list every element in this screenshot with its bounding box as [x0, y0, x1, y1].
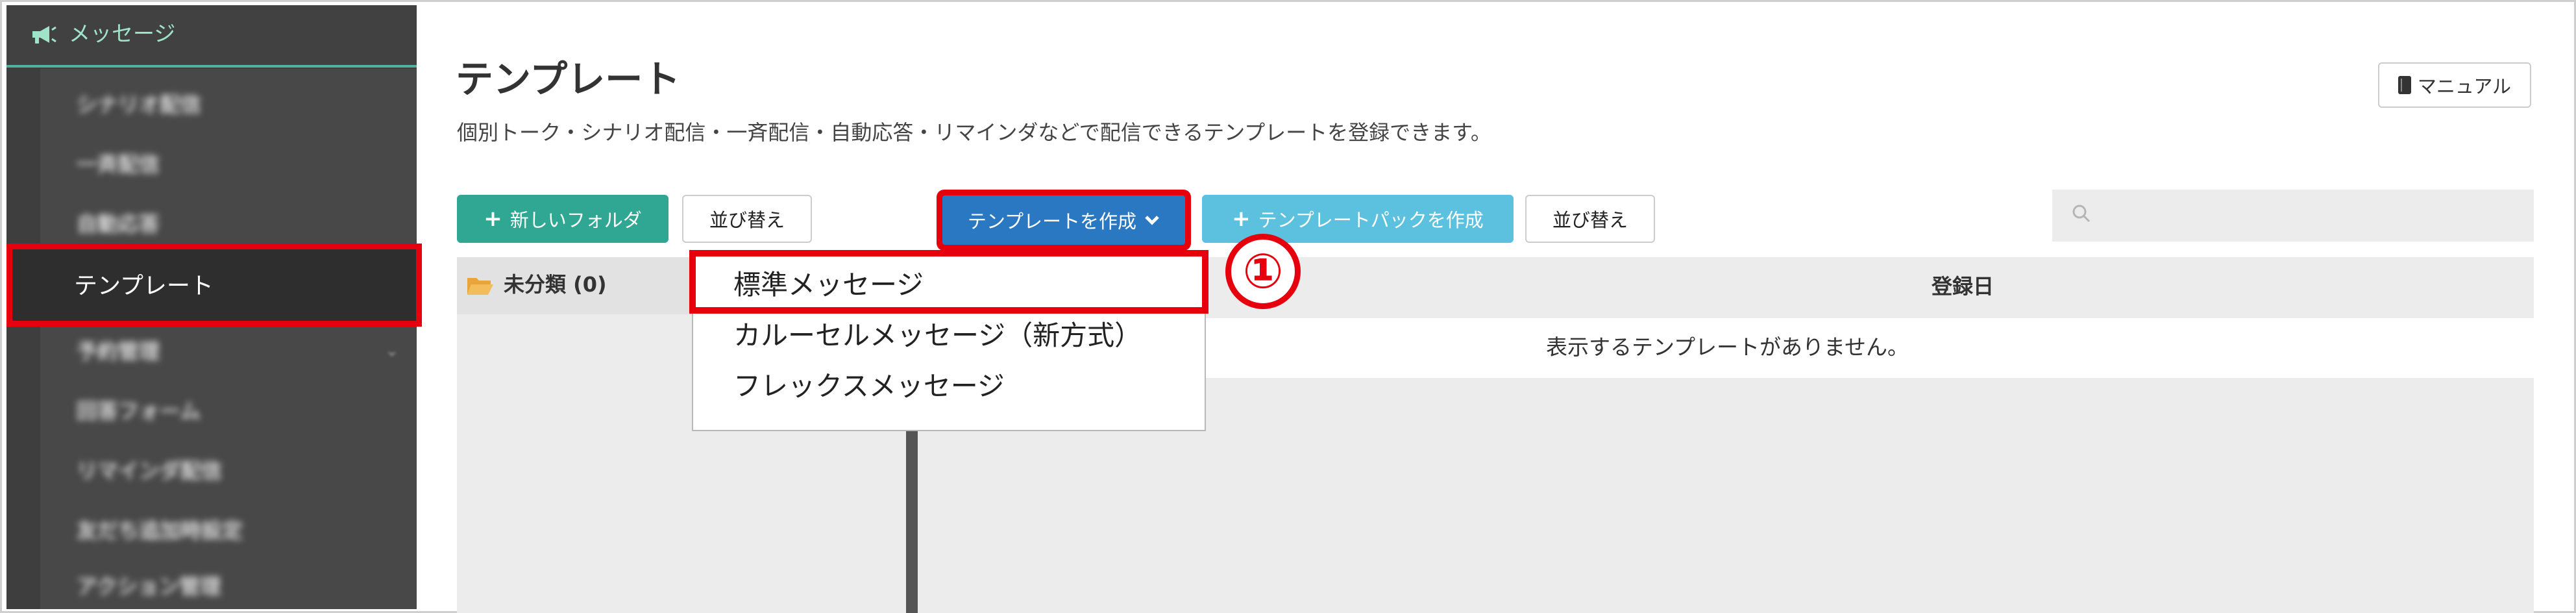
sidebar-header-messages[interactable]: メッセージ [6, 5, 417, 68]
create-template-label: テンプレートを作成 [967, 210, 1137, 232]
sidebar-header-label: メッセージ [69, 21, 176, 46]
search-input[interactable] [2052, 190, 2534, 242]
create-template-pack-button[interactable]: + テンプレートパックを作成 [1202, 195, 1514, 243]
folder-open-icon [467, 278, 493, 295]
sidebar: メッセージ シナリオ配信 一斉配信 自動応答 テンプレート 予約管理 ⌄ 回答フ… [6, 5, 422, 609]
sidebar-item-broadcast[interactable]: 一斉配信 [77, 148, 160, 178]
empty-message: 表示するテンプレートがありません。 [1546, 334, 1909, 360]
sidebar-item-answer-form[interactable]: 回答フォーム [77, 395, 201, 425]
chevron-down-icon: ⌄ [385, 341, 399, 360]
create-template-button[interactable]: テンプレートを作成 [942, 195, 1185, 245]
sidebar-item-template-label: テンプレート [74, 273, 214, 299]
sidebar-item-action[interactable]: アクション管理 [77, 570, 221, 600]
sidebar-item-reservation[interactable]: 予約管理 [77, 335, 160, 365]
sidebar-item-friend-add[interactable]: 友だち追加時設定 [77, 514, 243, 544]
menu-item-carousel-message[interactable]: カルーセルメッセージ（新方式） [733, 318, 1142, 353]
sidebar-item-template[interactable]: テンプレート [6, 244, 422, 327]
sidebar-item-scenario[interactable]: シナリオ配信 [77, 88, 201, 118]
plus-icon: + [484, 206, 502, 232]
template-sort-button[interactable]: 並び替え [1525, 195, 1655, 243]
sidebar-item-reminder[interactable]: リマインダ配信 [77, 455, 222, 484]
sidebar-item-auto-reply[interactable]: 自動応答 [77, 208, 160, 238]
plus-icon: + [1232, 206, 1251, 232]
manual-button-label: マニュアル [2417, 75, 2512, 97]
menu-item-flex-message[interactable]: フレックスメッセージ [733, 369, 1005, 404]
page-description: 個別トーク・シナリオ配信・一斉配信・自動応答・リマインダなどで配信できるテンプレ… [457, 120, 1491, 145]
panel-divider[interactable] [906, 416, 918, 613]
highlight-box [689, 250, 1208, 314]
create-template-pack-label: テンプレートパックを作成 [1258, 209, 1484, 231]
folder-label: 未分類 (0) [504, 272, 607, 297]
column-header-date[interactable]: 登録日 [1932, 270, 1994, 303]
search-icon [2072, 205, 2091, 223]
new-folder-label: 新しいフォルダ [509, 209, 642, 231]
book-icon [2398, 76, 2411, 94]
chevron-down-icon [1145, 216, 1159, 225]
new-folder-button[interactable]: + 新しいフォルダ [457, 195, 669, 243]
manual-button[interactable]: マニュアル [2378, 62, 2531, 108]
megaphone-icon [32, 26, 56, 44]
page-title: テンプレート [456, 57, 681, 101]
folder-sort-button[interactable]: 並び替え [682, 195, 812, 243]
step-number-badge: ① [1225, 234, 1301, 309]
